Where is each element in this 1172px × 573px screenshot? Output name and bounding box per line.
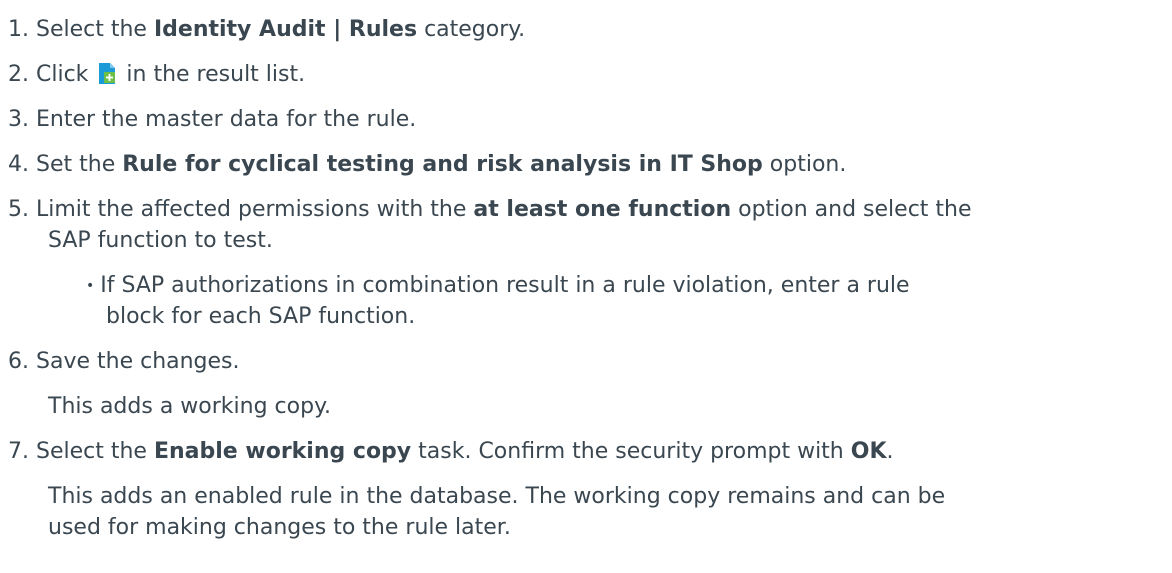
step-text: Set the <box>36 152 123 177</box>
step-number: 2. <box>8 62 29 87</box>
task-name: Enable working copy <box>153 439 412 464</box>
step-text: in the result list. <box>119 62 306 87</box>
step-6: 6. Save the changes. <box>8 347 240 377</box>
step-7-result-continuation: used for making changes to the rule late… <box>48 515 511 540</box>
step-7-result: This adds an enabled rule in the databas… <box>48 484 946 509</box>
add-document-icon <box>99 63 116 84</box>
step-text: . <box>886 439 894 464</box>
step-text: Limit the affected permissions with the <box>36 197 474 222</box>
step-text: Select the <box>36 17 154 42</box>
step-5-continuation: SAP function to test. <box>48 228 273 253</box>
step-7: 7. Select the Enable working copy task. … <box>8 437 894 467</box>
step-1: 1. Select the Identity Audit | Rules cat… <box>8 15 525 45</box>
step-text: task. Confirm the security prompt with <box>411 439 851 464</box>
bullet-dot: • <box>86 278 95 294</box>
step-6-result: This adds a working copy. <box>48 394 331 419</box>
step-text: Enter the master data for the rule. <box>36 107 417 132</box>
step-3: 3. Enter the master data for the rule. <box>8 105 416 135</box>
option-name: Rule for cyclical testing and risk analy… <box>122 152 763 177</box>
step-text: option. <box>762 152 847 177</box>
step-text: category. <box>417 17 526 42</box>
step-5: 5. Limit the affected permissions with t… <box>8 195 972 225</box>
step-text: Select the <box>36 439 154 464</box>
step-number: 6. <box>8 349 29 374</box>
category-name: Identity Audit | Rules <box>153 17 418 42</box>
option-name: at least one function <box>473 197 732 222</box>
step-number: 7. <box>8 439 29 464</box>
step-number: 4. <box>8 152 29 177</box>
step-2: 2. Click in the result list. <box>8 60 305 90</box>
step-number: 3. <box>8 107 29 132</box>
step-4: 4. Set the Rule for cyclical testing and… <box>8 150 846 180</box>
bullet-text: If SAP authorizations in combination res… <box>100 273 910 298</box>
procedure-document: 1. Select the Identity Audit | Rules cat… <box>0 0 1172 573</box>
step-text: option and select the <box>731 197 972 222</box>
bullet-item: • If SAP authorizations in combination re… <box>86 271 910 301</box>
bullet-continuation: block for each SAP function. <box>106 304 416 329</box>
step-number: 5. <box>8 197 29 222</box>
step-text: Save the changes. <box>36 349 240 374</box>
step-number: 1. <box>8 17 29 42</box>
ok-label: OK <box>850 439 887 464</box>
step-text: Click <box>36 62 96 87</box>
